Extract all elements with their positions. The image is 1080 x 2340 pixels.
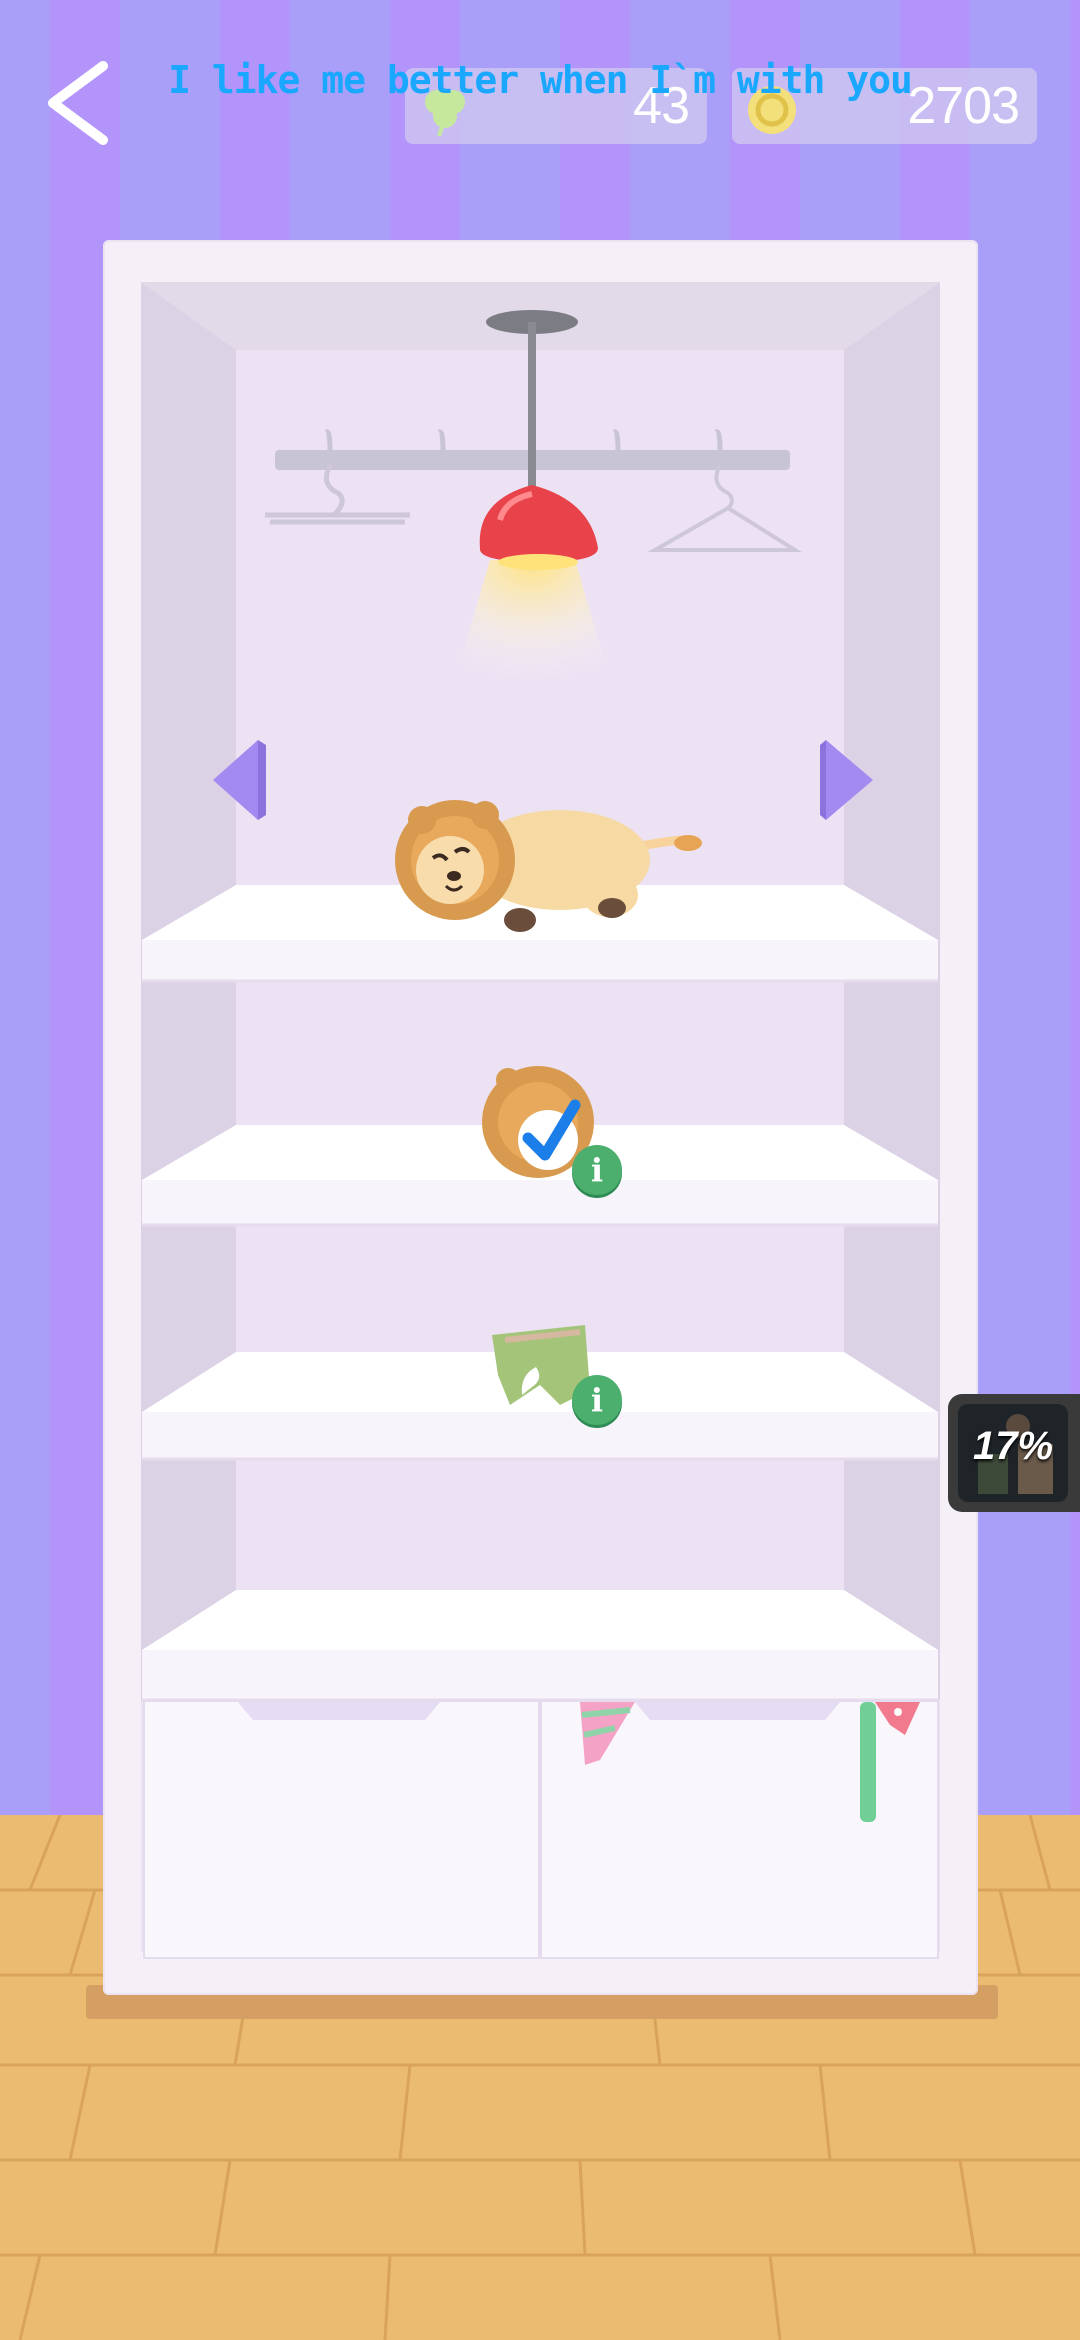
info-icon[interactable]: i: [572, 1375, 622, 1425]
green-shorts-item[interactable]: [0, 0, 1080, 2340]
progress-percent: 17%: [972, 1424, 1054, 1468]
progress-badge[interactable]: 17%: [948, 1394, 1080, 1512]
song-lyric: I like me better when I`m with you: [168, 58, 913, 102]
